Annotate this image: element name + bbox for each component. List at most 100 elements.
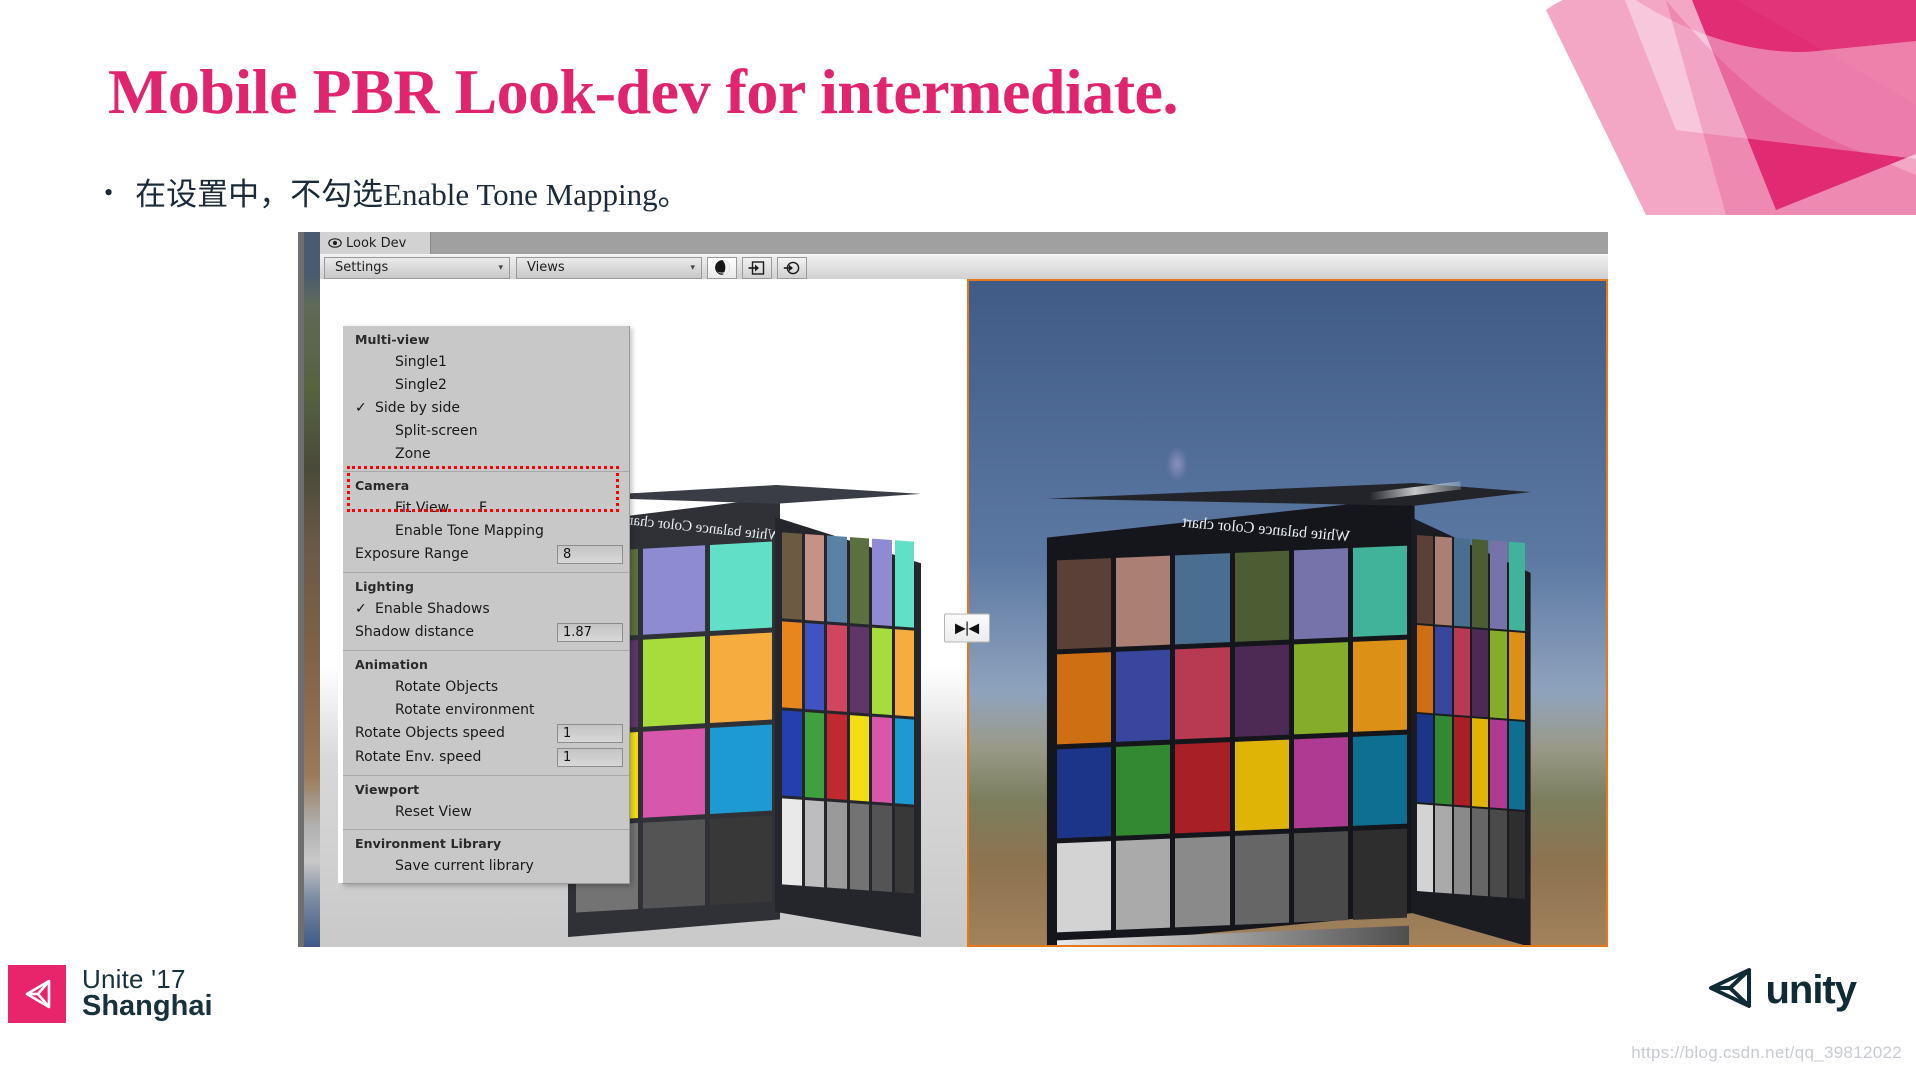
color-swatch <box>804 533 824 622</box>
color-swatch <box>1352 545 1407 638</box>
color-swatch <box>710 724 772 814</box>
unity-wordmark: unity <box>1765 968 1857 1012</box>
menu-field-rotate-env-speed: Rotate Env. speed 1 <box>343 745 629 769</box>
color-swatch <box>1434 804 1452 894</box>
menu-item-enable-tone-mapping[interactable]: Enable Tone Mapping <box>343 519 629 542</box>
menu-item-fit-view[interactable]: Fit View F <box>343 496 629 519</box>
color-swatch <box>804 622 824 710</box>
menu-item-split-screen[interactable]: Split-screen <box>343 419 629 442</box>
menu-item-side-by-side[interactable]: ✓ Side by side <box>343 396 629 419</box>
bullet-text: 在设置中，不勾选Enable Tone Mapping。 <box>135 177 689 212</box>
reload-hdri-icon[interactable] <box>777 256 807 279</box>
color-swatch <box>1471 718 1488 807</box>
color-swatch <box>1489 719 1507 809</box>
menu-field-label: Rotate Env. speed <box>355 749 482 765</box>
color-swatch <box>1508 631 1525 720</box>
color-swatch <box>1115 649 1170 742</box>
menu-item-label: Fit View <box>395 499 450 516</box>
page-title: Mobile PBR Look-dev for intermediate. <box>108 56 1178 127</box>
color-swatch <box>872 627 892 715</box>
menu-field-input[interactable]: 8 <box>557 544 623 564</box>
decorative-ribbon-graphic <box>1526 0 1916 215</box>
color-swatch <box>1234 644 1289 737</box>
menu-field-input[interactable]: 1 <box>557 723 623 743</box>
color-swatch <box>849 714 869 802</box>
color-swatch <box>894 717 914 805</box>
settings-dropdown[interactable]: Settings ▾ <box>324 256 510 279</box>
color-swatch <box>1453 806 1470 895</box>
color-swatch <box>849 625 869 713</box>
menu-section-header: Lighting <box>355 579 415 594</box>
unite-line-1: Unite '17 <box>82 963 186 994</box>
tab-look-dev[interactable]: Look Dev <box>320 232 432 254</box>
color-swatch <box>782 532 802 620</box>
color-swatch <box>1434 625 1452 715</box>
color-swatch <box>1471 807 1488 897</box>
color-swatch <box>1234 833 1289 925</box>
menu-item-rotate-objects[interactable]: Rotate Objects <box>343 675 629 698</box>
menu-field-input[interactable]: 1 <box>557 747 623 767</box>
color-swatch <box>827 535 847 623</box>
color-swatch <box>1174 741 1230 834</box>
color-swatch <box>1293 830 1348 923</box>
color-swatch <box>1056 746 1111 839</box>
menu-section-list: Multi-view Single1 Single2 ✓ Side by side Spl… <box>343 326 629 883</box>
menu-item-label: Enable Shadows <box>375 600 490 617</box>
menu-section-header: Multi-view <box>355 332 430 347</box>
menu-section-header: Camera <box>355 478 410 493</box>
color-swatch <box>804 711 824 799</box>
menu-item-reset-view[interactable]: Reset View <box>343 800 629 823</box>
menu-item-save-current-library[interactable]: Save current library <box>343 854 629 877</box>
color-swatch <box>827 801 847 889</box>
color-swatch <box>1115 744 1170 836</box>
view-splitter-handle[interactable]: ▶|◀ <box>943 613 990 643</box>
color-swatch <box>1056 652 1111 744</box>
slide-canvas: Mobile PBR Look-dev for intermediate. • … <box>0 0 1916 1075</box>
menu-section-camera: Camera Fit View F Enable Tone Mapping Exposu… <box>343 472 629 573</box>
color-swatch <box>1508 810 1525 899</box>
right-chart-side-grid <box>1416 535 1525 899</box>
menu-item-rotate-environment[interactable]: Rotate environment <box>343 698 629 721</box>
unity-cube-icon <box>8 965 66 1023</box>
chevron-down-icon-2: ▾ <box>690 262 695 273</box>
menu-item-single1[interactable]: Single1 <box>343 350 629 373</box>
load-hdri-icon[interactable] <box>742 256 772 279</box>
color-swatch <box>894 806 914 894</box>
color-swatch <box>782 798 802 886</box>
color-swatch <box>1234 739 1289 831</box>
color-swatch <box>1508 720 1525 810</box>
unity-cube-mark-icon <box>1703 964 1757 1017</box>
color-swatch <box>894 629 914 717</box>
unite-line-2: Shanghai <box>82 990 213 1023</box>
color-swatch <box>1293 736 1348 829</box>
menu-item-label: Rotate Objects <box>395 678 499 695</box>
shading-ball-icon[interactable] <box>707 256 737 279</box>
checkmark-icon: ✓ <box>355 600 367 617</box>
menu-item-label: Rotate environment <box>395 701 535 718</box>
color-swatch <box>782 621 802 709</box>
color-swatch <box>1434 715 1452 805</box>
color-swatch <box>872 716 892 804</box>
color-swatch <box>1471 628 1488 718</box>
color-swatch <box>1293 548 1348 640</box>
color-swatch <box>1416 803 1433 893</box>
menu-section-viewport: Viewport Reset View <box>343 776 629 830</box>
color-swatch <box>1508 541 1525 631</box>
menu-item-zone[interactable]: Zone <box>343 442 629 465</box>
color-swatch <box>1352 639 1407 732</box>
menu-item-shortcut: F <box>479 499 488 516</box>
menu-item-enable-shadows[interactable]: ✓ Enable Shadows <box>343 597 629 620</box>
color-swatch <box>710 541 772 632</box>
menu-section-environment-library: Environment Library Save current library <box>343 830 629 883</box>
color-swatch <box>894 540 914 628</box>
eye-icon <box>328 236 342 250</box>
views-dropdown[interactable]: Views ▾ <box>516 256 702 279</box>
lens-flare <box>1166 447 1189 481</box>
menu-field-input[interactable]: 1.87 <box>557 622 623 642</box>
color-swatch <box>1352 828 1407 920</box>
menu-item-single2[interactable]: Single2 <box>343 373 629 396</box>
bullet-marker: • <box>104 178 114 207</box>
tone-mapping-on-view[interactable]: White balance Color chart <box>966 279 1608 947</box>
menu-field-shadow-distance: Shadow distance 1.87 <box>343 620 629 644</box>
unity-logo: unity <box>1703 964 1857 1017</box>
